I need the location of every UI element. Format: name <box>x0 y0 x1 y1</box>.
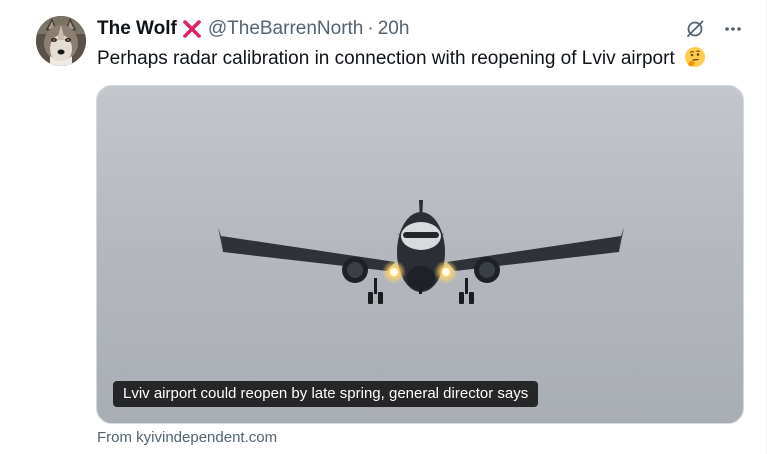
red-cross-icon <box>182 19 202 39</box>
tweet[interactable]: The Wolf @TheBarrenNorth · 20h Perhaps r… <box>0 0 767 454</box>
airplane-image <box>97 86 743 423</box>
tweet-text: Perhaps radar calibration in connection … <box>97 46 706 71</box>
tweet-actions <box>684 18 744 40</box>
more-icon[interactable] <box>722 18 744 40</box>
link-card[interactable]: Lviv airport could reopen by late spring… <box>96 85 744 424</box>
card-source-link[interactable]: From kyivindependent.com <box>97 429 277 446</box>
tweet-header: The Wolf @TheBarrenNorth · 20h <box>97 17 409 41</box>
author-handle[interactable]: @TheBarrenNorth <box>208 18 364 40</box>
wolf-avatar-image <box>36 16 86 66</box>
author-name[interactable]: The Wolf <box>97 18 177 40</box>
timestamp[interactable]: 20h <box>378 18 410 40</box>
separator-dot: · <box>367 18 374 39</box>
avatar[interactable] <box>36 16 86 66</box>
tweet-text-body: Perhaps radar calibration in connection … <box>97 48 675 69</box>
card-headline: Lviv airport could reopen by late spring… <box>113 381 539 407</box>
grok-icon[interactable] <box>684 18 706 40</box>
thinking-face-icon <box>684 46 706 68</box>
